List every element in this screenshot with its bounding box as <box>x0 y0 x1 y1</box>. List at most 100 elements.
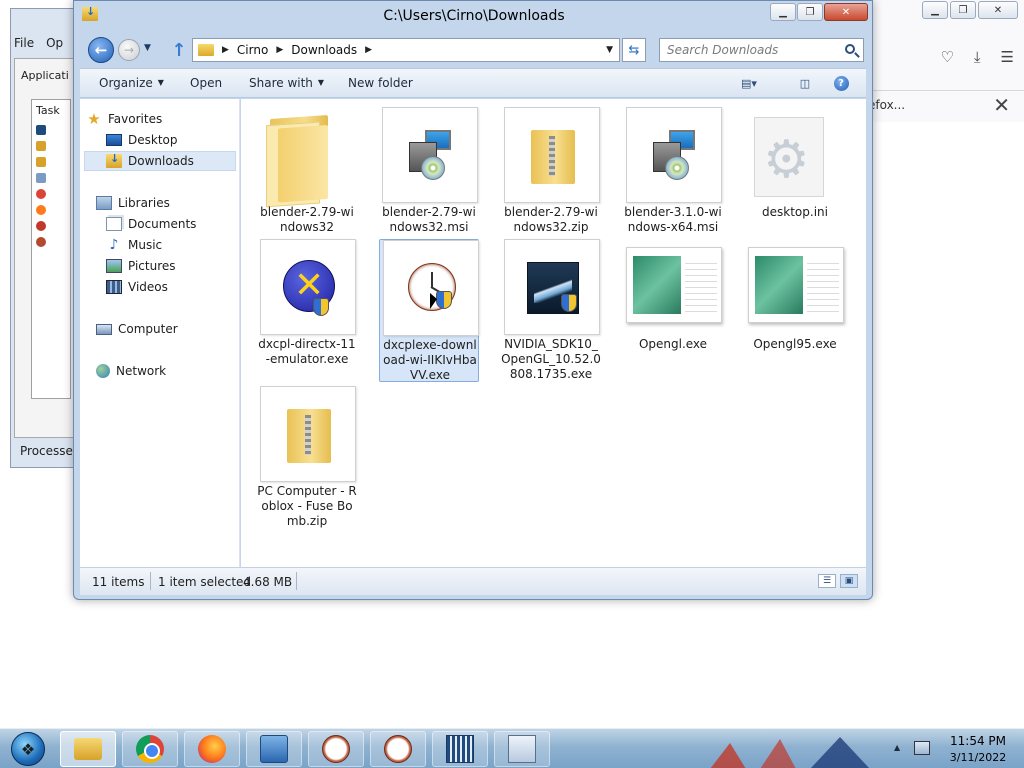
nav-label: Documents <box>128 217 197 231</box>
file-item-selected[interactable]: dxcplexe-download-wi-IIKIvHbaVV.exe <box>379 239 479 382</box>
nav-item-videos[interactable]: Videos <box>106 277 168 297</box>
zip-folder-icon <box>260 386 356 482</box>
directx-app-icon <box>260 239 356 335</box>
file-item[interactable]: blender-2.79-windows32.zip <box>501 107 601 247</box>
file-name: blender-2.79-windows32.zip <box>504 205 598 234</box>
tab-applications[interactable]: Applicati <box>21 69 69 82</box>
breadcrumb-separator-icon[interactable]: ▶ <box>365 45 372 55</box>
taskbar-control-panel-button[interactable] <box>246 731 302 767</box>
pocket-icon[interactable]: ♡ <box>940 48 953 66</box>
list-item[interactable] <box>36 204 66 216</box>
taskbar-firefox-button[interactable] <box>184 731 240 767</box>
nav-item-favorites[interactable]: ★ Favorites <box>86 109 162 129</box>
up-arrow-icon[interactable]: ↑ <box>168 39 190 61</box>
downloads-folder-icon <box>106 152 122 168</box>
documents-icon <box>106 217 122 231</box>
file-item[interactable]: NVIDIA_SDK10_OpenGL_10.52.0808.1735.exe <box>501 239 601 381</box>
window-title: C:\Users\Cirno\Downloads <box>383 8 565 24</box>
file-item[interactable]: blender-3.1.0-windows-x64.msi <box>623 107 723 247</box>
task-manager-status: Processes <box>20 444 80 458</box>
list-item[interactable] <box>36 156 66 168</box>
nav-label: Desktop <box>128 133 178 147</box>
task-manager-menu-options[interactable]: Op <box>46 36 63 50</box>
new-folder-button[interactable]: New folder <box>348 76 413 90</box>
menu-icon[interactable]: ☰ <box>1001 48 1014 66</box>
network-status-icon[interactable] <box>914 741 930 755</box>
show-hidden-icons-icon[interactable]: ▲ <box>894 743 900 752</box>
maximize-button[interactable]: ❐ <box>797 3 823 21</box>
search-icon[interactable] <box>845 44 855 54</box>
firefox-notification-text: efox... <box>868 98 906 112</box>
list-item[interactable] <box>36 220 66 232</box>
firefox-close-button[interactable]: ✕ <box>978 1 1018 19</box>
task-manager-panel: Applicati Task <box>14 58 74 438</box>
nav-item-documents[interactable]: Documents <box>106 214 196 234</box>
status-divider <box>150 572 151 590</box>
start-button[interactable]: ❖ <box>4 730 52 768</box>
address-bar[interactable]: ▶ Cirno ▶ Downloads ▶ ▼ <box>192 38 620 62</box>
download-icon[interactable]: ⤓ <box>974 48 981 66</box>
organize-menu-button[interactable]: Organize ▼ <box>99 76 164 90</box>
file-item[interactable]: Opengl95.exe <box>745 239 845 379</box>
details-view-icon[interactable]: ☰ <box>818 574 836 588</box>
file-name: dxcplexe-download-wi-IIKIvHbaVV.exe <box>383 338 477 382</box>
task-manager-menu-file[interactable]: File <box>14 36 34 50</box>
breadcrumb-separator-icon[interactable]: ▶ <box>222 45 229 55</box>
file-item[interactable]: Opengl.exe <box>623 239 723 379</box>
nav-item-desktop[interactable]: Desktop <box>106 130 178 150</box>
search-input[interactable] <box>660 39 840 61</box>
music-icon: ♪ <box>109 237 119 253</box>
list-item[interactable] <box>36 188 66 200</box>
nav-label: Downloads <box>128 154 194 168</box>
file-item[interactable]: PC Computer - Roblox - Fuse Bomb.zip <box>257 386 357 528</box>
close-icon[interactable]: ✕ <box>993 93 1010 117</box>
breadcrumb-separator-icon[interactable]: ▶ <box>276 45 283 55</box>
list-item[interactable] <box>36 140 66 152</box>
refresh-button[interactable]: ⇆ <box>622 38 646 62</box>
breadcrumb-downloads[interactable]: Downloads <box>291 43 357 57</box>
list-item[interactable] <box>36 172 66 184</box>
nav-item-network[interactable]: Network <box>96 361 166 381</box>
network-icon <box>96 364 110 378</box>
large-icons-view-icon[interactable]: ▣ <box>840 574 858 588</box>
folder-icon <box>260 107 356 203</box>
change-view-icon[interactable]: ▤▾ <box>740 75 758 91</box>
address-dropdown-icon[interactable]: ▼ <box>606 45 613 55</box>
firefox-maximize-button[interactable]: ❐ <box>950 1 976 19</box>
list-item[interactable] <box>36 124 66 136</box>
list-item[interactable] <box>36 236 66 248</box>
nav-item-pictures[interactable]: Pictures <box>106 256 176 276</box>
file-item[interactable]: blender-2.79-windows32.msi <box>379 107 479 247</box>
recent-pages-chevron-icon[interactable]: ▼ <box>144 43 151 53</box>
clock-time[interactable]: 11:54 PM <box>940 734 1016 748</box>
explorer-titlebar[interactable]: C:\Users\Cirno\Downloads ▁ ❐ ✕ <box>74 1 874 35</box>
nav-item-downloads[interactable]: Downloads <box>84 151 236 171</box>
zip-folder-icon <box>504 107 600 203</box>
preview-pane-icon[interactable]: ◫ <box>796 75 814 91</box>
taskbar-cpu-app-button[interactable] <box>432 731 488 767</box>
file-name: Opengl.exe <box>638 337 708 351</box>
minimize-button[interactable]: ▁ <box>770 3 796 21</box>
back-button[interactable]: ← <box>88 37 114 63</box>
taskbar-clock-app-button[interactable] <box>308 731 364 767</box>
firefox-minimize-button[interactable]: ▁ <box>922 1 948 19</box>
task-column-header[interactable]: Task <box>36 104 60 117</box>
help-button[interactable]: ? <box>832 75 850 91</box>
taskbar-chrome-button[interactable] <box>122 731 178 767</box>
nav-item-music[interactable]: ♪ Music <box>106 235 163 255</box>
nav-item-computer[interactable]: Computer <box>96 319 178 339</box>
clock-date[interactable]: 3/11/2022 <box>940 751 1016 764</box>
file-name: dxcpl-directx-11-emulator.exe <box>258 337 356 366</box>
taskbar-performance-button[interactable] <box>494 731 550 767</box>
close-button[interactable]: ✕ <box>824 3 868 21</box>
open-button[interactable]: Open <box>190 76 222 90</box>
breadcrumb-cirno[interactable]: Cirno <box>237 43 268 57</box>
taskbar-explorer-button[interactable] <box>60 731 116 767</box>
file-item[interactable]: dxcpl-directx-11-emulator.exe <box>257 239 357 379</box>
share-with-menu-button[interactable]: Share with ▼ <box>249 76 324 90</box>
nav-item-libraries[interactable]: Libraries <box>96 193 170 213</box>
taskbar-clock-app-button-2[interactable] <box>370 731 426 767</box>
forward-button[interactable]: → <box>118 39 140 61</box>
file-item[interactable]: desktop.ini <box>745 107 845 247</box>
file-item[interactable]: blender-2.79-windows32 <box>257 107 357 247</box>
